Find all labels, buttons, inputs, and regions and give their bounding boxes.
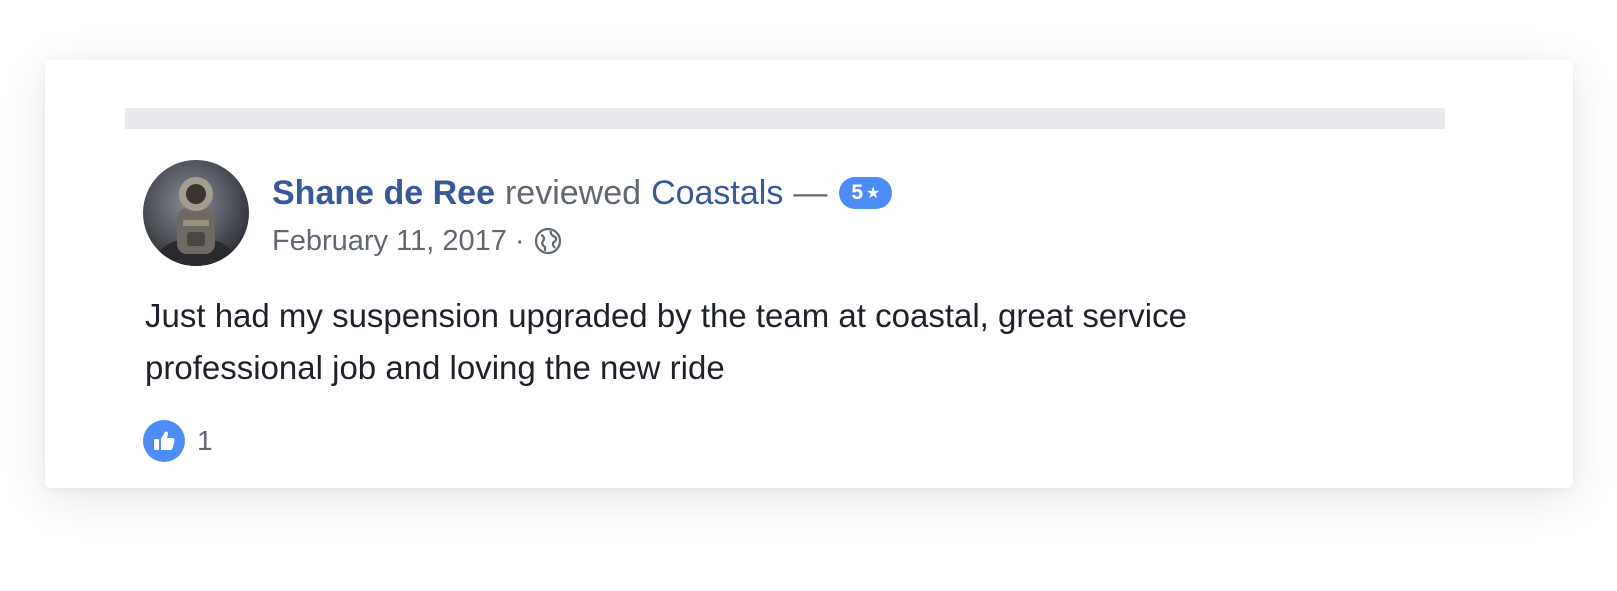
page-name-link[interactable]: Coastals	[651, 174, 783, 213]
post-meta: February 11, 2017 ·	[272, 223, 563, 259]
rating-badge: 5 ★	[839, 177, 893, 209]
post-date-link[interactable]: February 11, 2017	[272, 225, 507, 258]
meta-separator: ·	[514, 224, 525, 257]
rating-value: 5	[851, 181, 864, 204]
avatar[interactable]	[143, 160, 249, 266]
like-count[interactable]: 1	[197, 425, 213, 457]
action-text: reviewed	[504, 173, 642, 212]
post-header: Shane de Ree reviewed Coastals — 5 ★	[272, 170, 893, 216]
reactions-bar[interactable]: 1	[143, 420, 213, 462]
review-text: Just had my suspension upgraded by the t…	[145, 290, 1445, 394]
like-icon[interactable]	[143, 420, 185, 462]
card-top-divider	[125, 108, 1445, 129]
review-line: Just had my suspension upgraded by the t…	[145, 297, 1187, 334]
dash-separator: —	[793, 173, 828, 212]
author-name-link[interactable]: Shane de Ree	[272, 174, 495, 213]
globe-icon[interactable]	[533, 226, 563, 256]
star-icon: ★	[866, 185, 881, 202]
review-line: professional job and loving the new ride	[145, 349, 725, 386]
